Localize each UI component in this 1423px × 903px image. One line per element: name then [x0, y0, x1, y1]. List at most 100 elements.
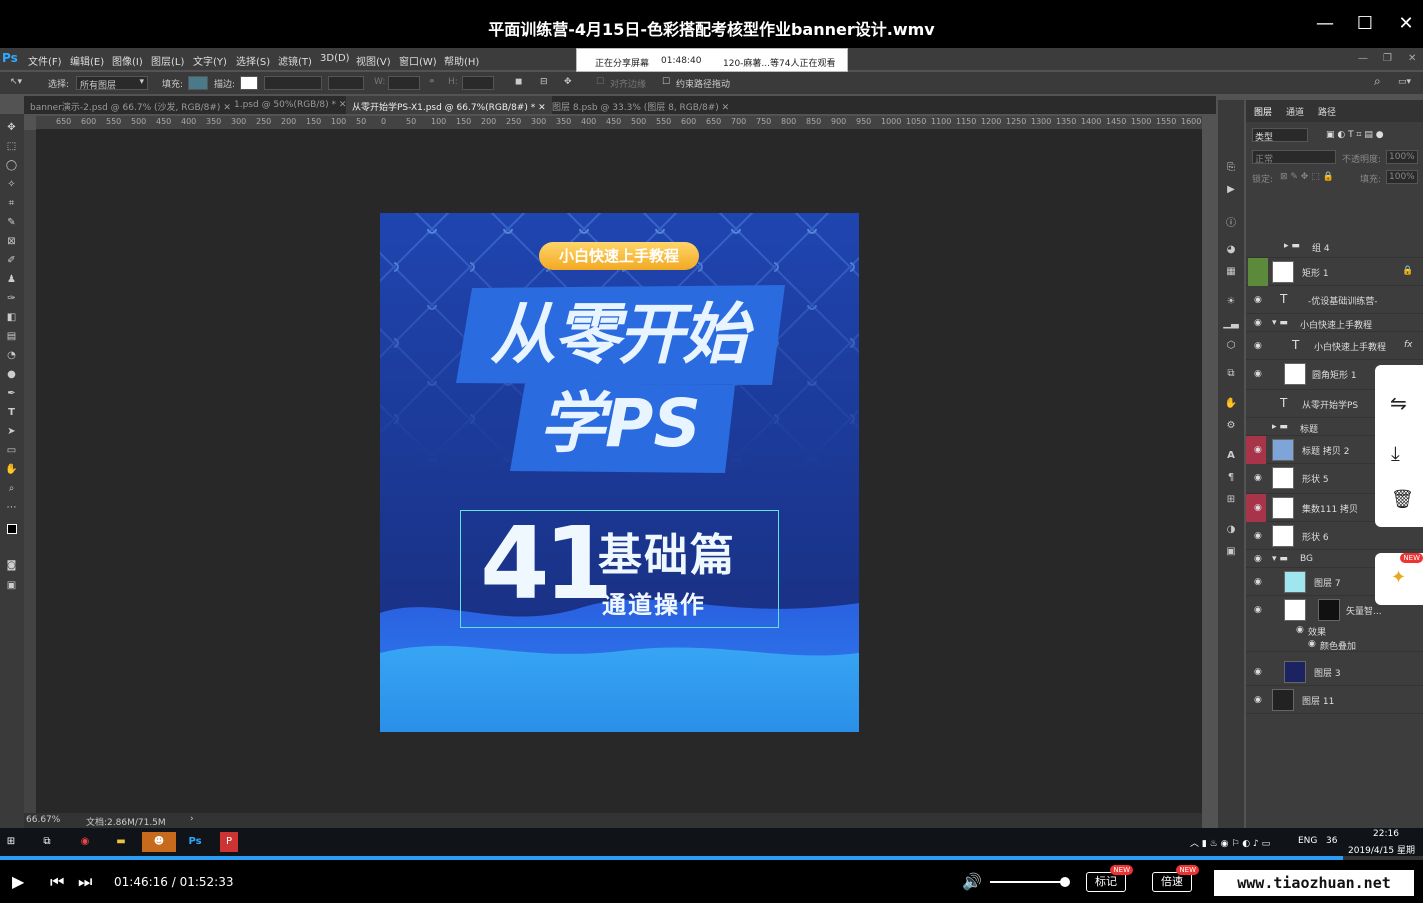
hand-icon[interactable]: ✋ [3, 464, 20, 477]
history-brush-icon[interactable]: ✑ [3, 293, 20, 306]
crop-icon[interactable]: ⌗ [3, 198, 20, 211]
pin-icon[interactable]: ✦ [1391, 567, 1406, 588]
visibility-eye-icon[interactable]: ◉ [1254, 695, 1264, 705]
explorer-icon[interactable]: ▬ [110, 832, 132, 852]
menu-select[interactable]: 选择(S) [236, 53, 270, 68]
language-indicator[interactable]: ENG [1298, 836, 1317, 846]
menu-view[interactable]: 视图(V) [356, 53, 391, 68]
close-icon[interactable]: ✕ [223, 103, 231, 113]
minimize-button[interactable]: — [1312, 12, 1338, 36]
layer-effect-row[interactable]: ◉ 颜色叠加 [1246, 638, 1423, 652]
pen-icon[interactable]: ✒ [3, 388, 20, 401]
ps-minimize-icon[interactable]: — [1358, 53, 1368, 64]
start-icon[interactable]: ⊞ [0, 832, 22, 852]
paragraph-icon[interactable]: ¶ [1223, 472, 1239, 486]
opacity-field[interactable]: 100% [1386, 150, 1418, 164]
visibility-eye-icon[interactable]: ◉ [1254, 473, 1264, 483]
type-icon[interactable]: T [3, 407, 20, 420]
eye-icon[interactable]: ◉ [1308, 639, 1316, 649]
share-icon[interactable]: ⇋ [1390, 391, 1407, 415]
menu-file[interactable]: 文件(F) [28, 53, 62, 68]
menu-window[interactable]: 窗口(W) [399, 53, 437, 68]
stroke-swatch[interactable] [240, 76, 258, 90]
menu-layer[interactable]: 图层(L) [151, 53, 184, 68]
workspace-icon[interactable]: ▭▾ [1398, 77, 1411, 87]
adjustments-icon[interactable]: ☀ [1223, 296, 1239, 310]
close-icon[interactable]: ✕ [538, 103, 546, 113]
previous-icon[interactable]: ⏮ [50, 872, 64, 892]
fx-icon[interactable]: fx [1404, 340, 1413, 350]
properties-icon[interactable]: ⚙ [1223, 420, 1239, 434]
move-tool-icon[interactable]: ↖▾ [10, 77, 22, 87]
tray-icons[interactable]: ︿ ▮ ♨ ◉ ⚐ ◐ ♪ ▭ [1190, 836, 1270, 849]
play-icon[interactable]: ▶ [12, 872, 24, 891]
libraries-icon[interactable]: ▣ [1223, 546, 1239, 560]
layer-row[interactable]: ◉ T 小白快速上手教程 fx [1246, 332, 1423, 360]
3d-icon[interactable]: ⬡ [1223, 340, 1239, 354]
eraser-icon[interactable]: ◧ [3, 312, 20, 325]
layer-filter-dropdown[interactable]: 类型 [1252, 128, 1308, 143]
character-icon[interactable]: A [1223, 450, 1239, 464]
menu-image[interactable]: 图像(I) [112, 53, 143, 68]
visibility-eye-icon[interactable]: ◉ [1254, 341, 1264, 351]
path-align-icon[interactable]: ⊟ [540, 77, 548, 87]
visibility-eye-icon[interactable]: ◉ [1254, 445, 1264, 455]
screen-mode-icon[interactable]: ▣ [3, 580, 20, 593]
layer-row[interactable]: ◉ ▾ ▬ 小白快速上手教程 [1246, 314, 1423, 332]
speed-button[interactable]: 倍速 NEW [1152, 865, 1199, 892]
zoom-level[interactable]: 66.67% [26, 815, 60, 825]
volume-icon[interactable]: 🔊 [962, 872, 982, 891]
shape-icon[interactable]: ▭ [3, 445, 20, 458]
visibility-eye-icon[interactable]: ◉ [1254, 554, 1264, 564]
blend-mode-dropdown[interactable]: 正常 [1252, 150, 1336, 165]
stroke-type-field[interactable] [328, 76, 364, 90]
menu-help[interactable]: 帮助(H) [444, 53, 479, 68]
h-field[interactable] [462, 76, 494, 90]
visibility-eye-icon[interactable]: ◉ [1254, 369, 1264, 379]
visibility-eye-icon[interactable]: ◉ [1254, 295, 1264, 305]
histogram-icon[interactable]: ▁▃ [1223, 318, 1239, 332]
lasso-icon[interactable]: ◯ [3, 160, 20, 173]
glyphs-icon[interactable]: ⊞ [1223, 494, 1239, 508]
photoshop-taskbar-icon[interactable]: Ps [184, 832, 206, 852]
visibility-eye-icon[interactable]: ◉ [1254, 318, 1264, 328]
blur-icon[interactable]: ◔ [3, 350, 20, 363]
tool-presets-icon[interactable]: ✋ [1223, 398, 1239, 412]
maximize-button[interactable]: ☐ [1352, 12, 1378, 36]
volume-slider[interactable] [990, 877, 1070, 887]
eyedropper-icon[interactable]: ✎ [3, 217, 20, 230]
actions-play-icon[interactable]: ▶ [1223, 184, 1239, 198]
filter-icons[interactable]: ▣ ◐ T ⌗ ▤ ● [1326, 130, 1384, 140]
marquee-icon[interactable]: ⬚ [3, 141, 20, 154]
move-icon[interactable]: ✥ [3, 122, 20, 135]
menu-filter[interactable]: 滤镜(T) [278, 53, 312, 68]
tab-channels[interactable]: 通道 [1286, 105, 1304, 118]
qq-icon[interactable]: ☻ [142, 832, 176, 852]
select-dropdown[interactable]: 所有图层 ▾ [76, 76, 148, 91]
zoom-icon[interactable]: ⌕ [3, 483, 20, 496]
color-icon[interactable]: ◕ [1223, 244, 1239, 258]
layer-row[interactable]: ◉ 图层 11 [1246, 686, 1423, 714]
path-arrange-icon[interactable]: ✥ [564, 77, 572, 87]
chevron-right-icon[interactable]: › [190, 814, 194, 824]
tab-layers[interactable]: 图层 [1254, 105, 1272, 118]
seek-bar[interactable] [0, 856, 1423, 860]
fill-swatch[interactable] [188, 76, 208, 90]
brush-icon[interactable]: ✐ [3, 255, 20, 268]
visibility-eye-icon[interactable]: ◉ [1254, 531, 1264, 541]
close-icon[interactable]: ✕ [722, 103, 730, 113]
ps-restore-icon[interactable]: ❐ [1383, 53, 1392, 64]
layer-row[interactable]: ◉ 图层 3 [1246, 658, 1423, 686]
chrome-icon[interactable]: ◉ [74, 832, 96, 852]
trash-icon[interactable]: 🗑 [1391, 489, 1414, 510]
ps-close-icon[interactable]: ✕ [1408, 53, 1416, 64]
link-icon[interactable]: ⚭ [428, 77, 436, 87]
eye-icon[interactable]: ◉ [1296, 625, 1304, 635]
stroke-width-field[interactable] [264, 76, 322, 90]
w-field[interactable] [388, 76, 420, 90]
mark-button[interactable]: 标记 NEW [1086, 865, 1133, 892]
banner-artboard[interactable]: 小白快速上手教程 从零开始 学PS 41 基础篇 通道操作 [380, 213, 859, 732]
fill-field[interactable]: 100% [1386, 170, 1418, 184]
stamp-icon[interactable]: ♟ [3, 274, 20, 287]
constrain-checkbox[interactable]: ☐ [662, 77, 670, 87]
